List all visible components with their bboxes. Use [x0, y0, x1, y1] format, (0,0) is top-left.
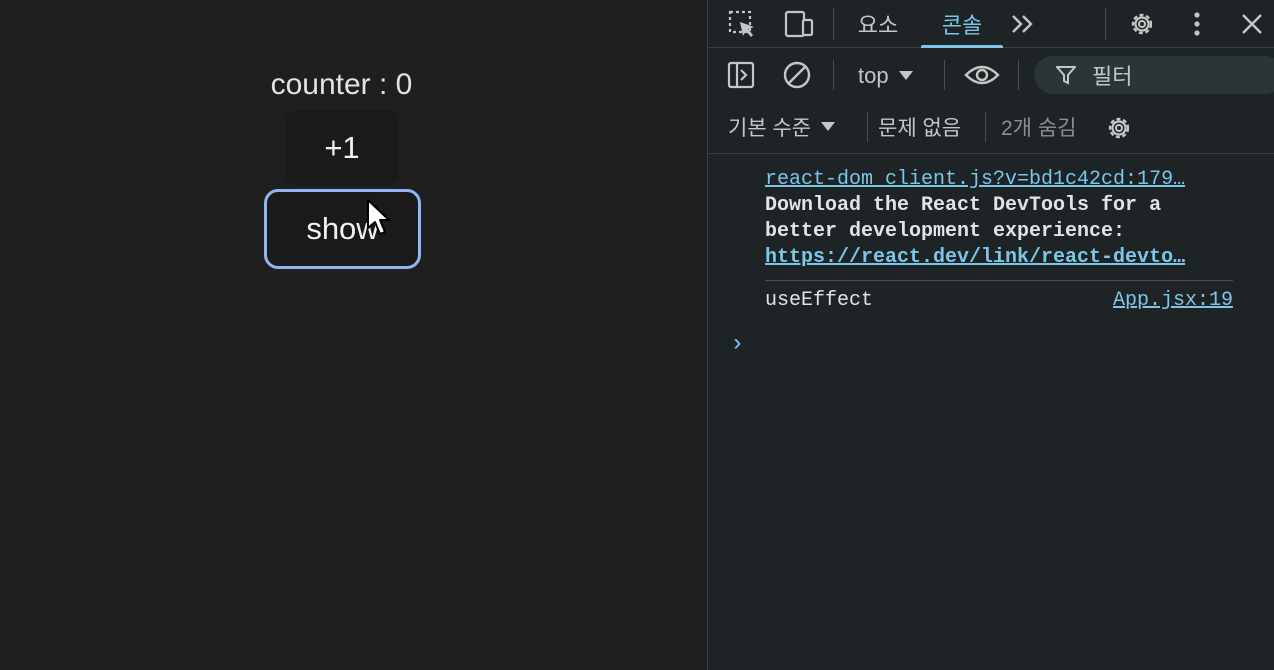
message-source-link[interactable]: App.jsx:19	[1113, 288, 1233, 314]
more-options-icon[interactable]	[1182, 6, 1212, 42]
message-text: useEffect	[765, 289, 874, 312]
console-prompt-icon[interactable]: ›	[730, 331, 744, 358]
log-levels-label: 기본 수준	[728, 117, 812, 140]
mouse-pointer-icon	[367, 199, 390, 235]
devtools-panel: 요소 콘솔 top 필터 기본 수준 문제 없음 2개 숨김 react-dom…	[707, 0, 1274, 670]
log-levels-dropdown[interactable]: 기본 수준	[728, 112, 836, 142]
increment-button[interactable]: +1	[285, 110, 399, 186]
toolbar-divider	[944, 60, 945, 90]
message-divider	[765, 280, 1233, 281]
device-toolbar-icon[interactable]	[780, 6, 816, 42]
dropdown-arrow-icon	[821, 122, 836, 131]
console-toolbar: top 필터 기본 수준 문제 없음 2개 숨김	[708, 48, 1274, 154]
filter-funnel-icon	[1056, 66, 1076, 85]
context-selector[interactable]: top	[858, 59, 913, 93]
close-icon[interactable]	[1234, 6, 1270, 42]
toolbar-divider	[1018, 60, 1019, 90]
hidden-messages-count: 2개 숨김	[1001, 117, 1077, 140]
issues-counter[interactable]: 문제 없음	[878, 112, 961, 142]
message-source-link[interactable]: react-dom_client.js?v=bd1c42cd:179…	[765, 167, 1233, 193]
toolbar-divider	[1105, 8, 1106, 40]
tab-console[interactable]: 콘솔	[921, 0, 1003, 48]
dropdown-arrow-icon	[898, 71, 913, 80]
filter-placeholder: 필터	[1092, 64, 1133, 89]
counter-label: counter : 0	[270, 68, 413, 101]
message-text-line: Download the React DevTools for a	[765, 194, 1162, 217]
console-message: useEffect App.jsx:19	[765, 288, 1233, 314]
inspect-element-icon[interactable]	[724, 6, 760, 42]
clear-console-icon[interactable]	[780, 58, 814, 92]
toolbar-divider	[985, 112, 986, 142]
toolbar-divider	[833, 8, 834, 40]
live-expression-eye-icon[interactable]	[962, 58, 1002, 92]
toolbar-divider	[833, 60, 834, 90]
settings-gear-icon[interactable]	[1124, 6, 1160, 42]
tab-elements[interactable]: 요소	[848, 0, 908, 48]
context-label: top	[858, 63, 889, 88]
console-message: react-dom_client.js?v=bd1c42cd:179… Down…	[765, 167, 1233, 271]
devtools-tabbar: 요소 콘솔	[708, 0, 1274, 48]
sidebar-toggle-icon[interactable]	[724, 58, 758, 92]
more-tabs-icon[interactable]	[1006, 6, 1040, 42]
console-settings-gear-icon[interactable]	[1102, 111, 1136, 145]
app-viewport: counter : 0 +1 show	[0, 0, 707, 670]
show-button[interactable]: show	[264, 189, 421, 269]
message-text-line: better development experience:	[765, 220, 1126, 243]
message-url-link[interactable]: https://react.dev/link/react-devto…	[765, 245, 1233, 271]
filter-input[interactable]: 필터	[1034, 56, 1274, 94]
toolbar-divider	[867, 112, 868, 142]
